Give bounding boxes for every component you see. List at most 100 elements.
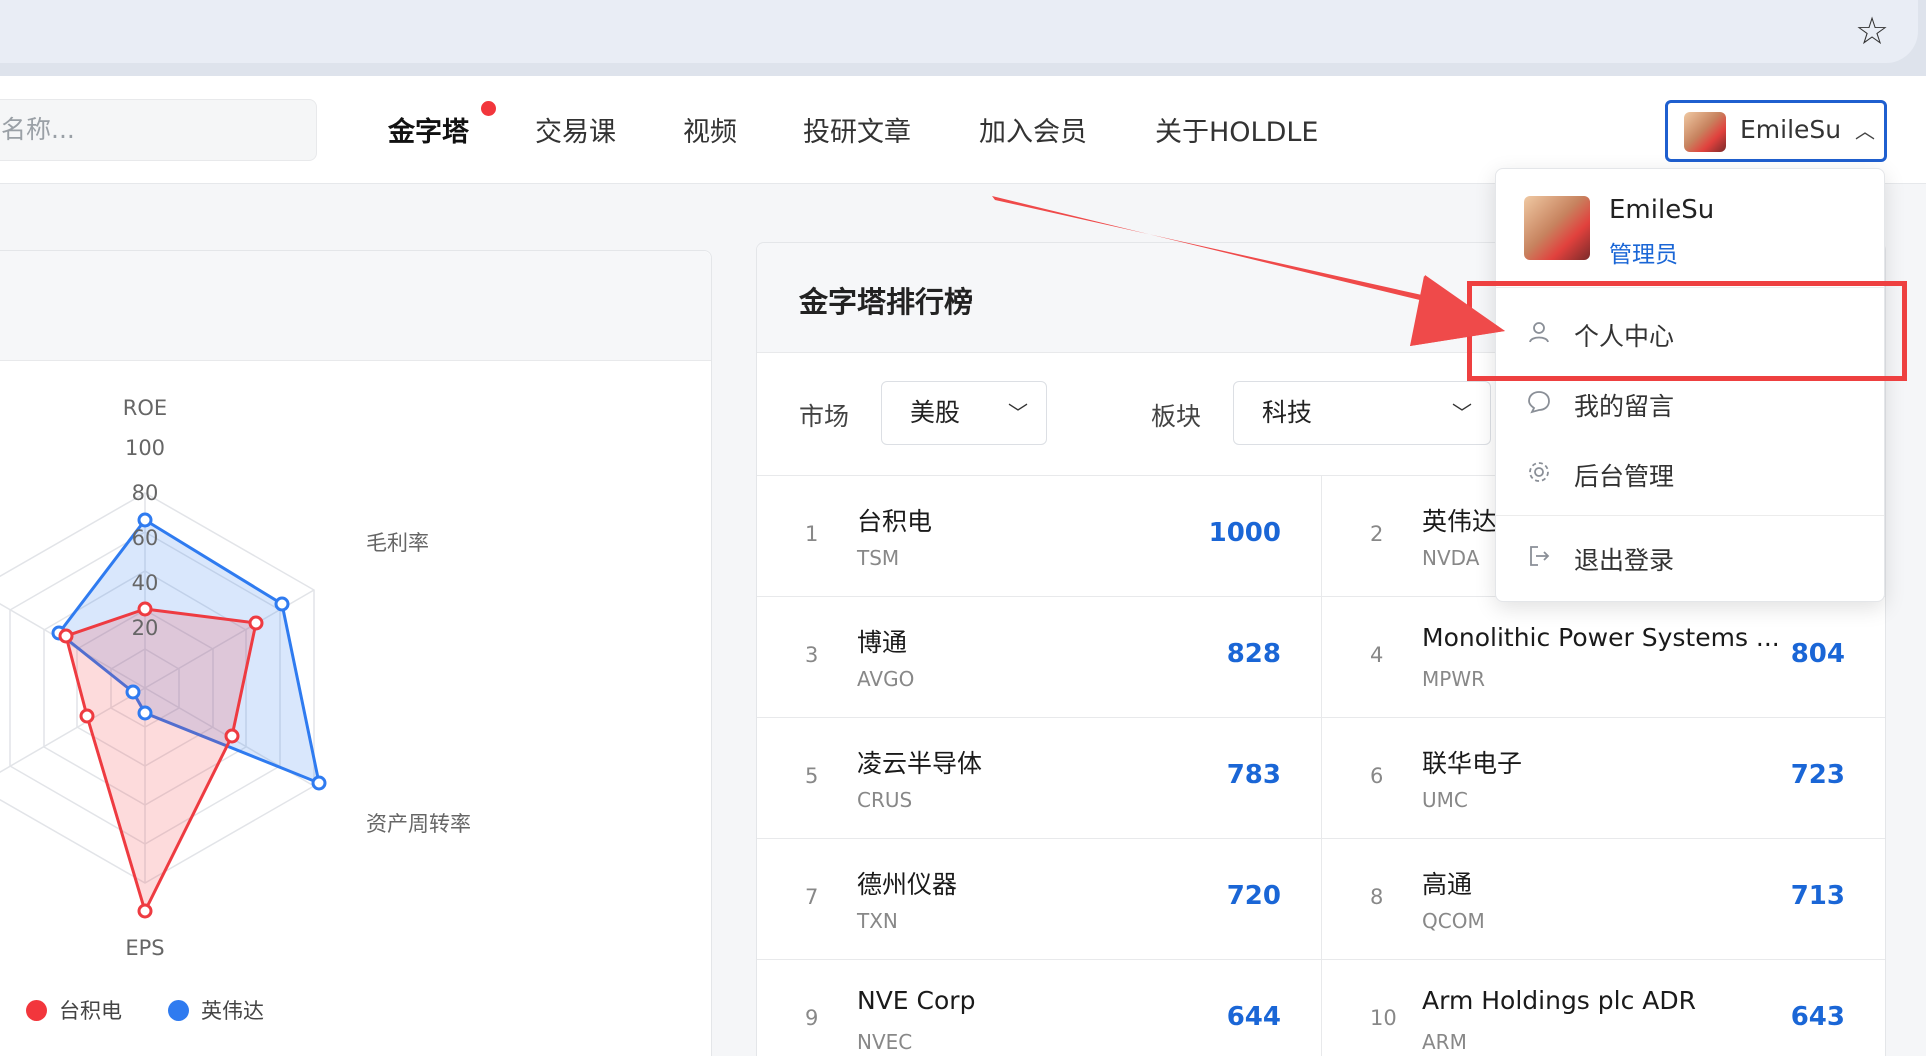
stock-name: Monolithic Power Systems ...: [1422, 623, 1780, 652]
radar-card-header: [0, 251, 711, 361]
market-label: 市场: [799, 402, 850, 431]
point-tsmc-margin: [248, 615, 264, 631]
search-input[interactable]: 名称...: [0, 99, 317, 161]
nav-item-articles[interactable]: 投研文章: [803, 110, 911, 149]
point-tsmc-turnover: [224, 728, 240, 744]
rank-number: 3: [805, 643, 819, 667]
table-row[interactable]: 4 Monolithic Power Systems ... MPWR 804: [1321, 597, 1885, 718]
notification-dot: [481, 101, 496, 116]
stock-score: 723: [1790, 760, 1845, 790]
stock-score: 804: [1790, 639, 1845, 669]
tick-80: 80: [132, 481, 159, 505]
point-nvidia-margin: [274, 596, 290, 612]
legend-swatch-blue: [168, 999, 189, 1021]
legend-item-tsmc[interactable]: 台积电: [26, 995, 122, 1025]
table-row[interactable]: 10 Arm Holdings plc ADR ARM 643: [1321, 960, 1885, 1056]
legend-swatch-red: [26, 999, 47, 1021]
stock-name: 联华电子: [1422, 749, 1523, 778]
address-bar[interactable]: [0, 0, 1918, 63]
table-row[interactable]: 9 NVE Corp NVEC 644: [757, 960, 1321, 1056]
stock-score: 643: [1790, 1002, 1845, 1032]
stock-name: 英伟达: [1422, 507, 1498, 536]
market-select[interactable]: 美股 ﹀: [881, 381, 1047, 445]
stock-name: 台积电: [857, 507, 933, 536]
axis-label-gross-margin: 毛利率: [366, 531, 429, 555]
point-nvidia-eps: [137, 705, 153, 721]
dropdown-username: EmileSu: [1609, 195, 1715, 225]
highlight-annotation-box: [1467, 281, 1907, 381]
rank-number: 6: [1370, 764, 1384, 788]
legend-label: 台积电: [59, 999, 122, 1023]
stock-name: NVE Corp: [857, 986, 976, 1015]
table-row[interactable]: 7 德州仪器 TXN 720: [757, 839, 1321, 960]
stock-ticker: NVEC: [857, 1030, 913, 1054]
tick-20: 20: [132, 616, 159, 640]
logout-icon: [1526, 543, 1552, 569]
rank-number: 5: [805, 764, 819, 788]
legend-label: 英伟达: [201, 999, 264, 1023]
stock-ticker: UMC: [1422, 788, 1468, 812]
stock-ticker: CRUS: [857, 788, 913, 812]
stock-ticker: ARM: [1422, 1030, 1467, 1054]
rank-number: 8: [1370, 885, 1384, 909]
stock-ticker: QCOM: [1422, 909, 1485, 933]
table-row[interactable]: 8 高通 QCOM 713: [1321, 839, 1885, 960]
menu-item-logout[interactable]: 退出登录: [1496, 527, 1884, 587]
stock-ticker: NVDA: [1422, 546, 1480, 570]
sector-label: 板块: [1151, 402, 1202, 431]
rank-number: 7: [805, 885, 819, 909]
stock-name: Arm Holdings plc ADR: [1422, 986, 1697, 1015]
message-icon: [1526, 389, 1552, 415]
tick-100: 100: [125, 436, 165, 460]
legend-item-nvidia[interactable]: 英伟达: [168, 995, 264, 1025]
radar-chart: 100 80 60 40 20 ROE EPS 毛利率 资产周转率: [0, 396, 471, 960]
point-tsmc-roe: [137, 601, 153, 617]
table-row[interactable]: 5 凌云半导体 CRUS 783: [757, 718, 1321, 839]
rank-number: 2: [1370, 522, 1384, 546]
menu-item-messages[interactable]: 我的留言: [1496, 373, 1884, 433]
nav-item-video[interactable]: 视频: [683, 110, 737, 149]
stock-ticker: TXN: [857, 909, 898, 933]
avatar: [1524, 196, 1590, 260]
tick-40: 40: [132, 571, 159, 595]
nav-item-pyramid[interactable]: 金字塔: [388, 110, 469, 149]
dropdown-role: 管理员: [1609, 242, 1678, 268]
axis-label-roe: ROE: [123, 396, 167, 420]
stock-score: 783: [1226, 760, 1281, 790]
chevron-down-icon: ﹀: [1008, 401, 1028, 425]
rank-number: 1: [805, 522, 819, 546]
stock-name: 博通: [857, 628, 908, 657]
chevron-down-icon: ﹀: [1452, 401, 1472, 425]
menu-item-label: 退出登录: [1574, 546, 1675, 575]
stock-name: 德州仪器: [857, 870, 958, 899]
stock-ticker: AVGO: [857, 667, 915, 691]
nav-item-membership[interactable]: 加入会员: [979, 110, 1087, 149]
stock-ticker: MPWR: [1422, 667, 1485, 691]
point-tsmc-6: [58, 628, 74, 644]
user-menu-button[interactable]: EmileSu ︿: [1665, 100, 1887, 162]
stock-name: 凌云半导体: [857, 749, 983, 778]
nav-item-course[interactable]: 交易课: [535, 110, 616, 149]
stock-ticker: TSM: [857, 546, 900, 570]
sector-select[interactable]: 科技 ﹀: [1233, 381, 1491, 445]
stock-score: 828: [1226, 639, 1281, 669]
table-row[interactable]: 3 博通 AVGO 828: [757, 597, 1321, 718]
point-tsmc-5: [79, 708, 95, 724]
bookmark-star-icon[interactable]: ☆: [1855, 9, 1889, 53]
table-row[interactable]: 6 联华电子 UMC 723: [1321, 718, 1885, 839]
menu-item-label: 后台管理: [1574, 462, 1675, 491]
point-tsmc-eps: [137, 903, 153, 919]
menu-item-admin[interactable]: 后台管理: [1496, 443, 1884, 503]
stock-score: 720: [1226, 881, 1281, 911]
stock-name: 高通: [1422, 870, 1473, 899]
tick-60: 60: [132, 526, 159, 550]
username-label: EmileSu: [1740, 115, 1842, 144]
rank-number: 4: [1370, 643, 1384, 667]
stock-score: 644: [1226, 1002, 1281, 1032]
table-row[interactable]: 1 台积电 TSM 1000: [757, 476, 1321, 597]
rank-number: 10: [1370, 1006, 1397, 1030]
nav-item-about[interactable]: 关于HOLDLE: [1155, 110, 1319, 149]
point-nvidia-turnover: [311, 775, 327, 791]
stock-score: 713: [1790, 881, 1845, 911]
series-tsmc-area: [64, 607, 258, 916]
